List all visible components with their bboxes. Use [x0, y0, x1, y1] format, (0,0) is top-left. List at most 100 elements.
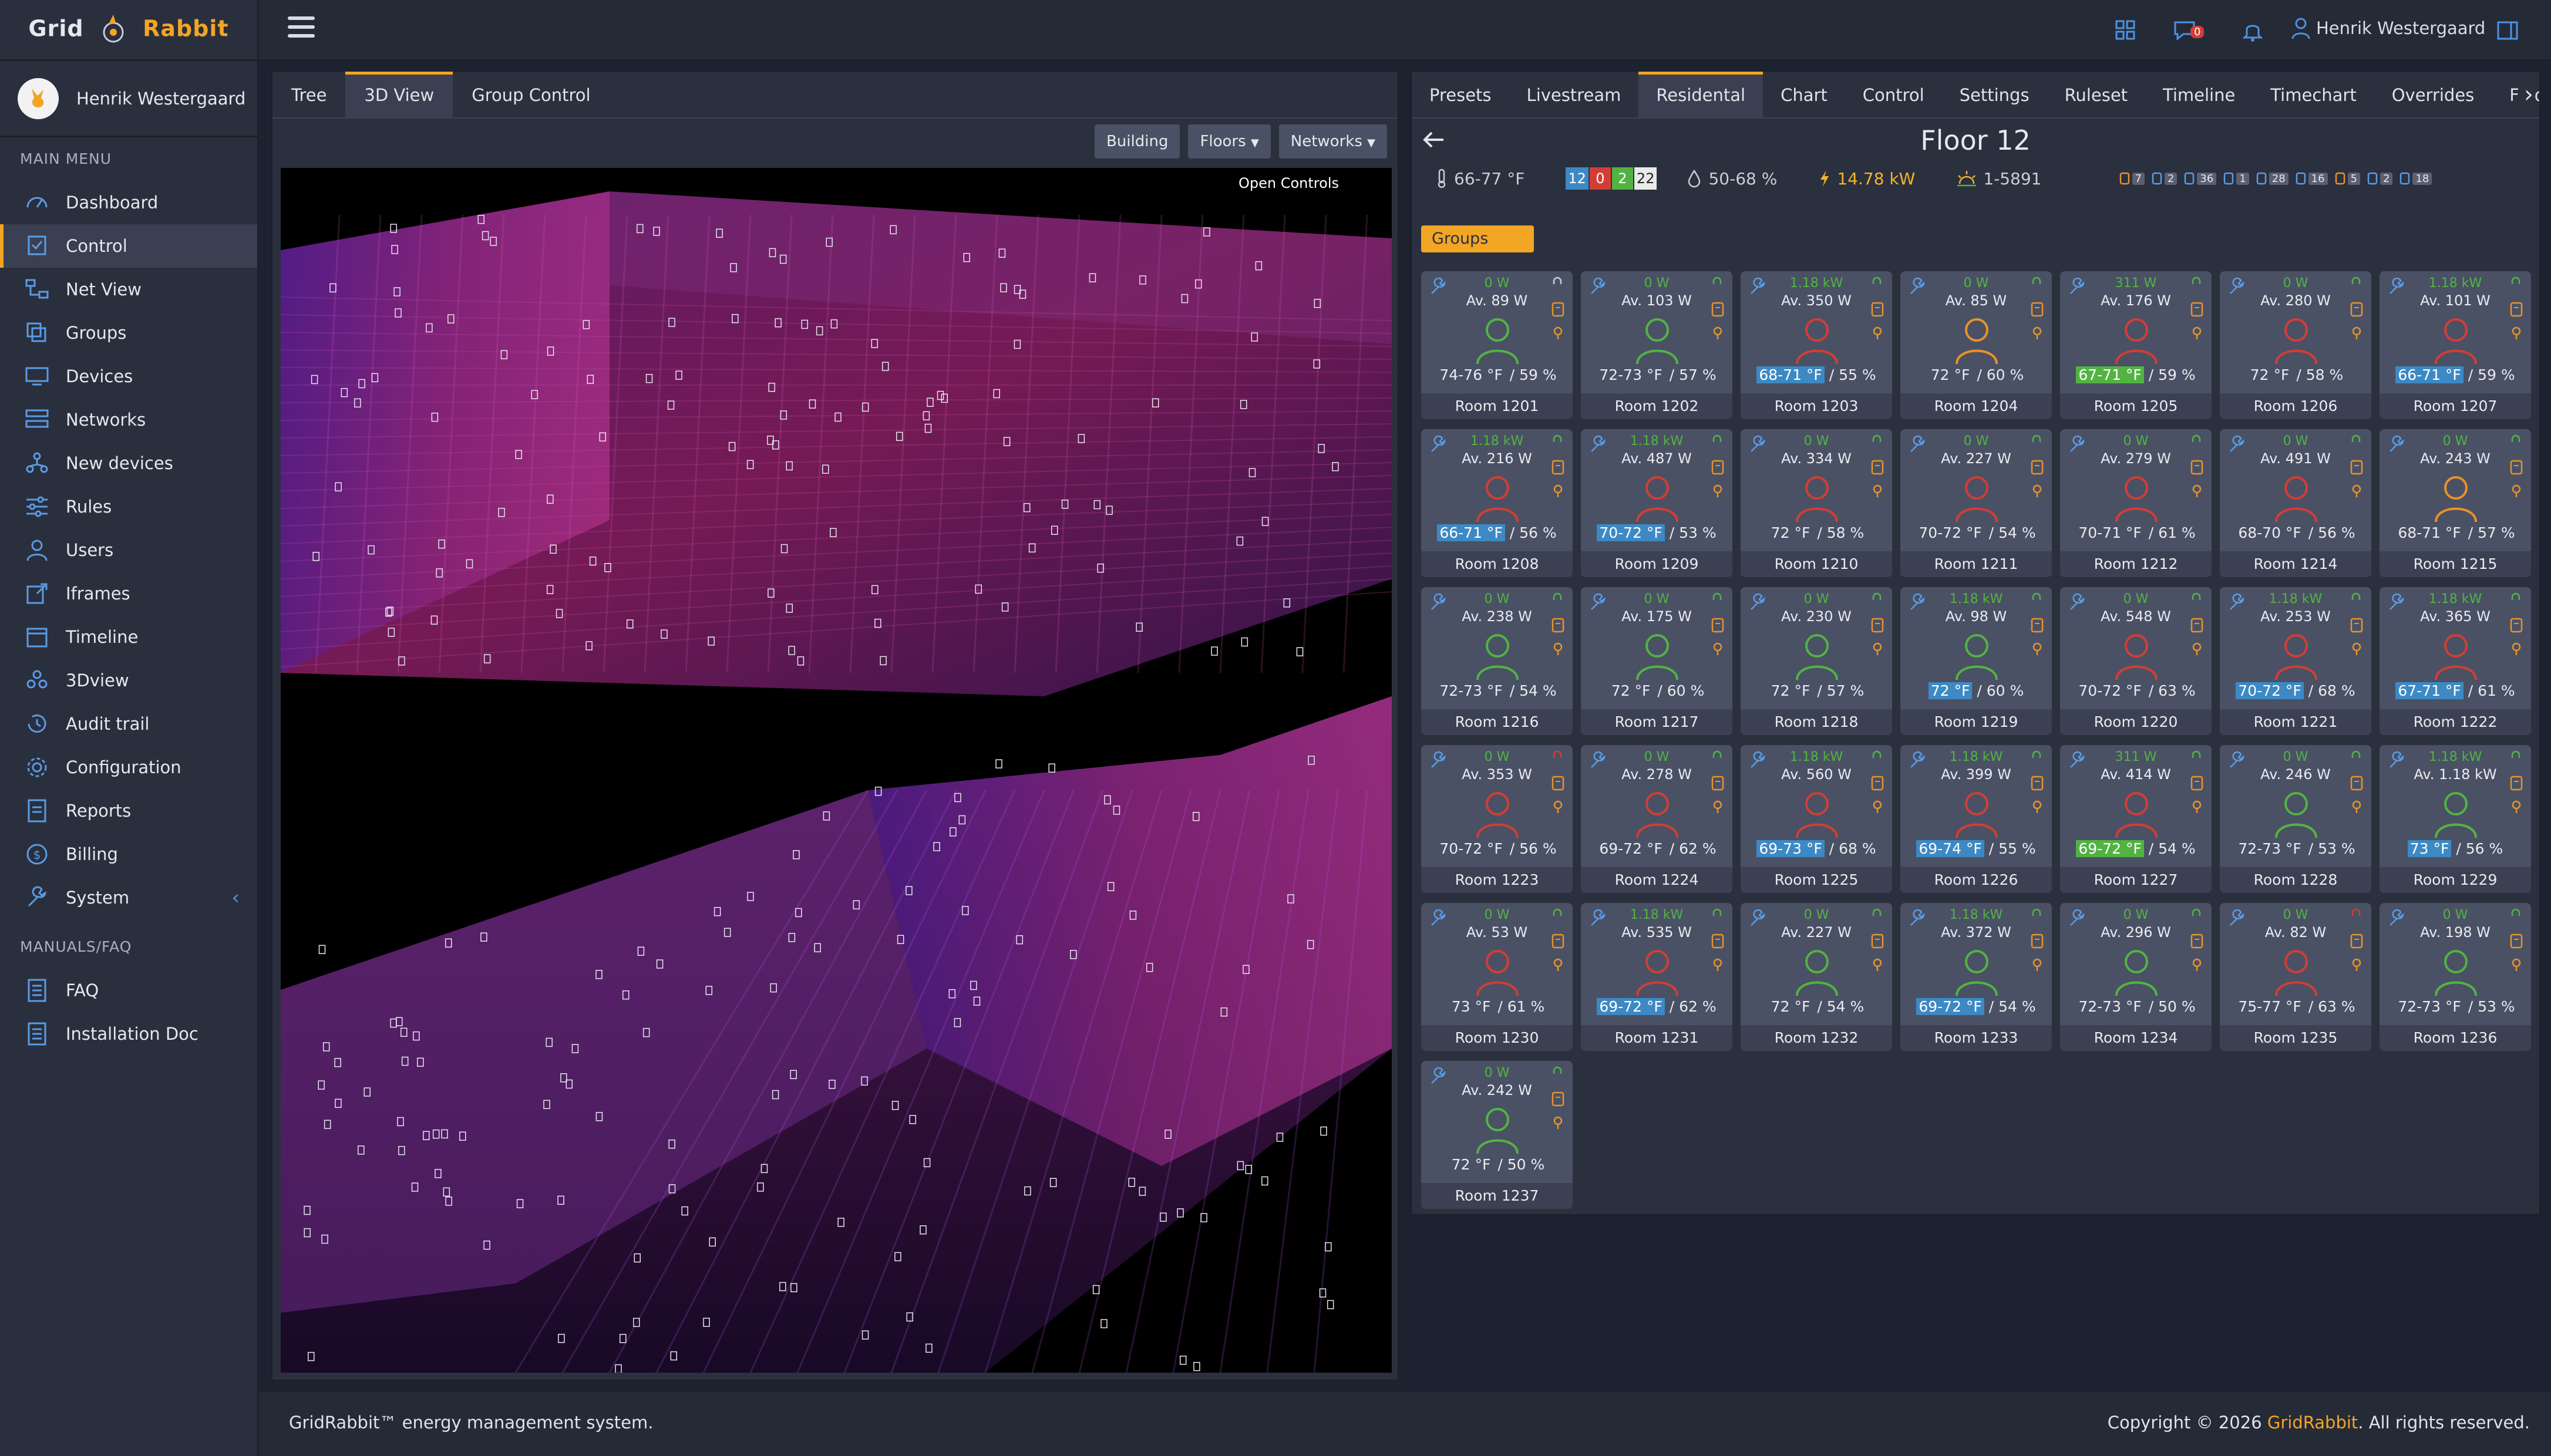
room-card[interactable]: 0 W Av. 89 W 74-76 °F / 59 % Room 1201	[1421, 271, 1573, 419]
tab-livestream[interactable]: Livestream	[1509, 72, 1639, 117]
groups-button[interactable]: Groups	[1421, 225, 1534, 252]
room-card[interactable]: 1.18 kW Av. 1.18 kW 73 °F / 56 % Room 1229	[2380, 745, 2531, 893]
sidebar-item-installation-doc[interactable]: Installation Doc	[0, 1012, 257, 1056]
bell-icon[interactable]	[2240, 18, 2266, 43]
sidebar-item-billing[interactable]: $ Billing	[0, 833, 257, 876]
lamp-icon	[2192, 958, 2202, 971]
building-button[interactable]: Building	[1094, 124, 1180, 159]
tab-group-control[interactable]: Group Control	[453, 72, 609, 119]
room-card[interactable]: 1.18 kW Av. 487 W 70-72 °F / 53 % Room 1209	[1581, 429, 1732, 577]
open-controls-link[interactable]: Open Controls	[1239, 175, 1339, 191]
room-card[interactable]: 0 W Av. 238 W 72-73 °F / 54 % Room 1216	[1421, 587, 1573, 735]
room-current-power: 0 W	[1644, 750, 1670, 764]
device-badge[interactable]: 5	[2334, 171, 2361, 186]
tab-ruleset[interactable]: Ruleset	[2047, 72, 2145, 117]
sidebar-item-iframes[interactable]: Iframes	[0, 572, 257, 615]
device-badge[interactable]: 1	[2222, 171, 2249, 186]
room-card[interactable]: 0 W Av. 227 W 72 °F / 54 % Room 1232	[1741, 903, 1892, 1051]
messages-icon[interactable]: 0	[2172, 18, 2213, 43]
sidebar-item-audit-trail[interactable]: Audit trail	[0, 702, 257, 746]
room-card[interactable]: 1.18 kW Av. 372 W 69-72 °F / 54 % Room 1233	[1900, 903, 2052, 1051]
sidebar-item-configuration[interactable]: Configuration	[0, 746, 257, 789]
room-card[interactable]: 311 W Av. 176 W 67-71 °F / 59 % Room 1205	[2060, 271, 2212, 419]
room-card[interactable]: 0 W Av. 334 W 72 °F / 58 % Room 1210	[1741, 429, 1892, 577]
networks-dropdown[interactable]: Networks ▼	[1278, 124, 1387, 159]
room-card[interactable]: 0 W Av. 278 W 69-72 °F / 62 % Room 1224	[1581, 745, 1732, 893]
device-badge[interactable]: 28	[2255, 171, 2289, 186]
floors-dropdown[interactable]: Floors ▼	[1188, 124, 1271, 159]
sidebar-item-devices[interactable]: Devices	[0, 355, 257, 398]
sidebar-item-networks[interactable]: Networks	[0, 398, 257, 441]
room-card[interactable]: 0 W Av. 53 W 73 °F / 61 % Room 1230	[1421, 903, 1573, 1051]
room-card[interactable]: 0 W Av. 246 W 72-73 °F / 53 % Room 1228	[2220, 745, 2371, 893]
device-badge[interactable]: 2	[2366, 171, 2393, 186]
room-card[interactable]: 0 W Av. 353 W 70-72 °F / 56 % Room 1223	[1421, 745, 1573, 893]
room-card[interactable]: 0 W Av. 548 W 70-72 °F / 63 % Room 1220	[2060, 587, 2212, 735]
sidebar-item-faq[interactable]: FAQ	[0, 969, 257, 1012]
hamburger-menu-icon[interactable]	[288, 16, 315, 40]
room-card[interactable]: 0 W Av. 198 W 72-73 °F / 53 % Room 1236	[2380, 903, 2531, 1051]
device-badge[interactable]: 36	[2183, 171, 2217, 186]
apps-grid-icon[interactable]	[2113, 18, 2139, 43]
tab-timeline[interactable]: Timeline	[2145, 72, 2253, 117]
user-panel[interactable]: Henrik Westergaard	[0, 61, 257, 137]
room-card[interactable]: 0 W Av. 103 W 72-73 °F / 57 % Room 1202	[1581, 271, 1732, 419]
sidebar-item-groups[interactable]: Groups	[0, 311, 257, 355]
room-card[interactable]: 0 W Av. 85 W 72 °F / 60 % Room 1204	[1900, 271, 2052, 419]
tab-control[interactable]: Control	[1845, 72, 1942, 117]
room-card[interactable]: 0 W Av. 491 W 68-70 °F / 56 % Room 1214	[2220, 429, 2371, 577]
room-card[interactable]: 1.18 kW Av. 253 W 70-72 °F / 68 % Room 1221	[2220, 587, 2371, 735]
room-card[interactable]: 0 W Av. 280 W 72 °F / 58 % Room 1206	[2220, 271, 2371, 419]
room-card[interactable]: 0 W Av. 175 W 72 °F / 60 % Room 1217	[1581, 587, 1732, 735]
3d-building-canvas[interactable]: Open Controls	[281, 168, 1392, 1373]
sidebar-item-3dview[interactable]: 3Dview	[0, 659, 257, 702]
sidebar-item-users[interactable]: Users	[0, 528, 257, 572]
sidebar-item-new-devices[interactable]: New devices	[0, 441, 257, 485]
room-card[interactable]: 1.18 kW Av. 101 W 66-71 °F / 59 % Room 1207	[2380, 271, 2531, 419]
back-arrow-icon[interactable]	[1420, 128, 1447, 151]
room-card[interactable]: 1.18 kW Av. 350 W 68-71 °F / 55 % Room 1203	[1741, 271, 1892, 419]
room-card[interactable]: 1.18 kW Av. 560 W 69-73 °F / 68 % Room 1225	[1741, 745, 1892, 893]
device-badge[interactable]: 18	[2398, 171, 2432, 186]
tab-residental[interactable]: Residental	[1638, 72, 1764, 117]
room-card[interactable]: 1.18 kW Av. 365 W 67-71 °F / 61 % Room 1222	[2380, 587, 2531, 735]
tab-overrides[interactable]: Overrides	[2374, 72, 2492, 117]
sidebar-item-dashboard[interactable]: Dashboard	[0, 181, 257, 224]
sidebar-item-net-view[interactable]: Net View	[0, 268, 257, 311]
room-card[interactable]: 0 W Av. 227 W 70-72 °F / 54 % Room 1211	[1900, 429, 2052, 577]
room-name: Room 1209	[1581, 551, 1732, 577]
sidebar-item-timeline[interactable]: Timeline	[0, 615, 257, 659]
room-card[interactable]: 0 W Av. 230 W 72 °F / 57 % Room 1218	[1741, 587, 1892, 735]
sidebar-item-control[interactable]: Control	[0, 224, 257, 268]
room-humidity: 61 %	[1507, 998, 1545, 1015]
sidebar-item-rules[interactable]: Rules	[0, 485, 257, 528]
room-card[interactable]: 1.18 kW Av. 399 W 69-74 °F / 55 % Room 1226	[1900, 745, 2052, 893]
logo[interactable]: Grid Rabbit	[0, 0, 257, 61]
device-badge[interactable]: 7	[2118, 171, 2145, 186]
room-card[interactable]: 0 W Av. 279 W 70-71 °F / 61 % Room 1212	[2060, 429, 2212, 577]
sidebar-item-reports[interactable]: Reports	[0, 789, 257, 833]
room-name: Room 1208	[1421, 551, 1573, 577]
device-badge[interactable]: 16	[2294, 171, 2328, 186]
tab-presets[interactable]: Presets	[1412, 72, 1509, 117]
room-card[interactable]: 0 W Av. 243 W 68-71 °F / 57 % Room 1215	[2380, 429, 2531, 577]
room-card[interactable]: 1.18 kW Av. 98 W 72 °F / 60 % Room 1219	[1900, 587, 2052, 735]
room-card[interactable]: 0 W Av. 296 W 72-73 °F / 50 % Room 1234	[2060, 903, 2212, 1051]
sidebar-item-system[interactable]: System ‹	[0, 876, 257, 919]
room-card[interactable]: 0 W Av. 82 W 75-77 °F / 63 % Room 1235	[2220, 903, 2371, 1051]
tab-chart[interactable]: Chart	[1763, 72, 1845, 117]
room-current-power: 1.18 kW	[1630, 434, 1684, 449]
room-card[interactable]: 1.18 kW Av. 216 W 66-71 °F / 56 % Room 1208	[1421, 429, 1573, 577]
tab-timechart[interactable]: Timechart	[2253, 72, 2374, 117]
room-card[interactable]: 311 W Av. 414 W 69-72 °F / 54 % Room 1227	[2060, 745, 2212, 893]
tab-tree[interactable]: Tree	[272, 72, 345, 119]
tab-scroll-right-icon[interactable]: ›	[2518, 81, 2533, 108]
room-card[interactable]: 0 W Av. 242 W 72 °F / 50 % Room 1237	[1421, 1061, 1573, 1209]
tab-3d-view[interactable]: 3D View	[345, 72, 453, 119]
copyright-brand-link[interactable]: GridRabbit	[2267, 1413, 2358, 1433]
room-card[interactable]: 1.18 kW Av. 535 W 69-72 °F / 62 % Room 1231	[1581, 903, 1732, 1051]
top-user-menu[interactable]: Henrik Westergaard	[2290, 16, 2485, 40]
device-badge[interactable]: 2	[2150, 171, 2178, 186]
sidebar-toggle-icon[interactable]	[2495, 18, 2520, 43]
tab-settings[interactable]: Settings	[1942, 72, 2047, 117]
